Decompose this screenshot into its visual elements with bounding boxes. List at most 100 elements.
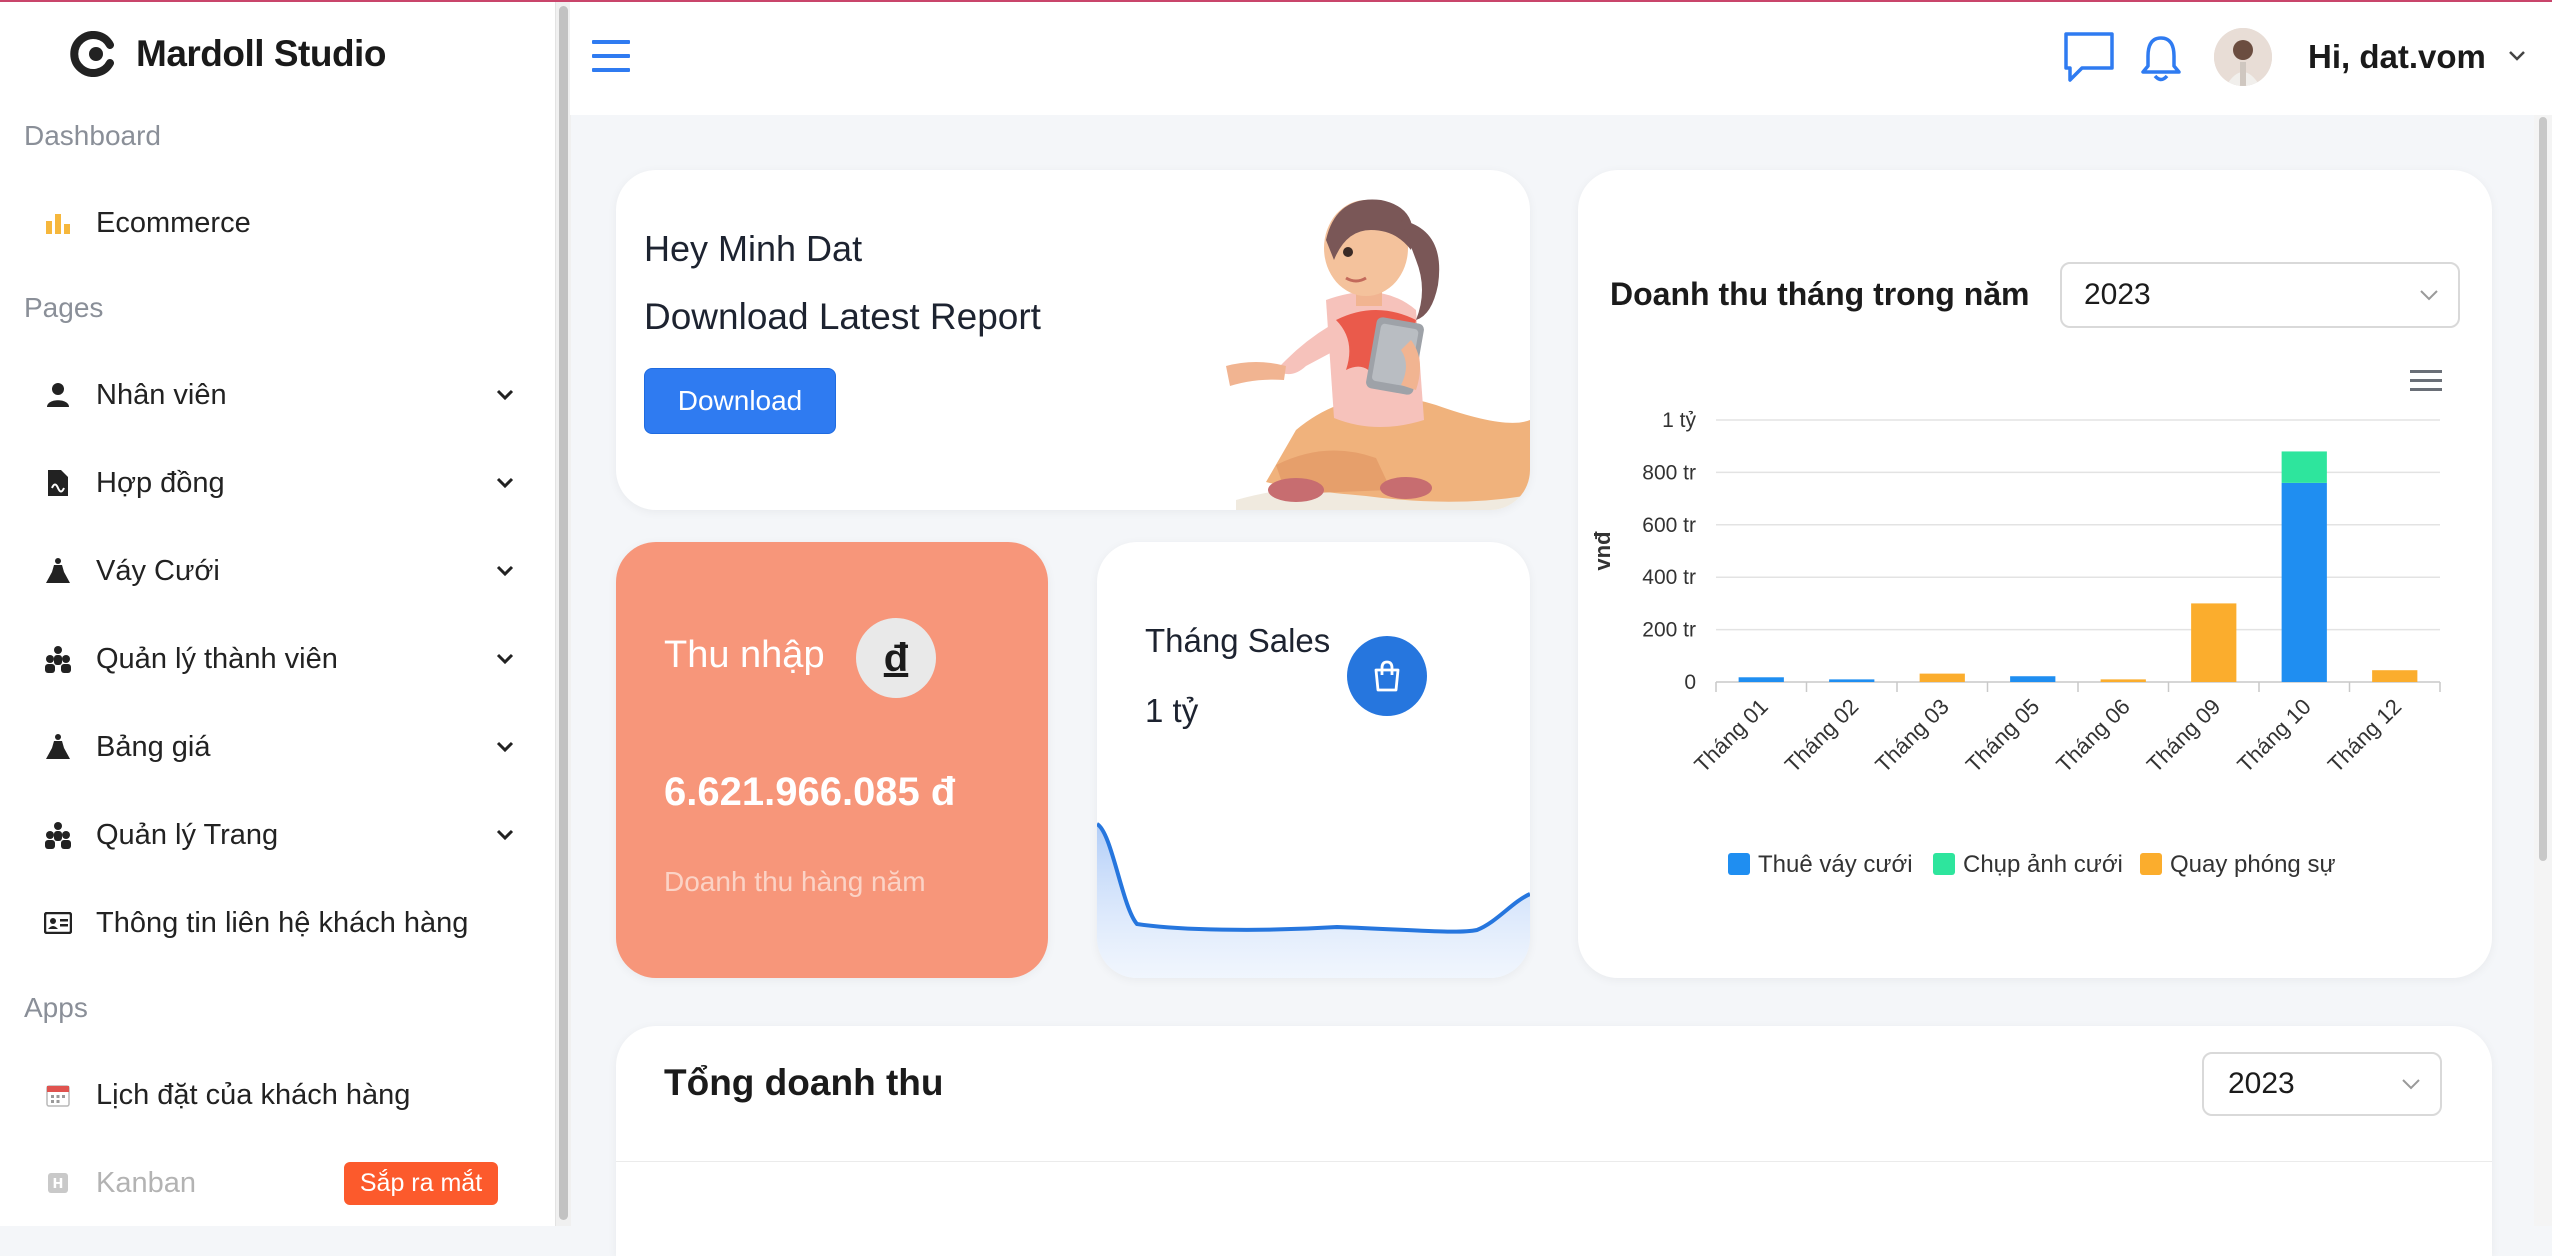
kanban-icon: H	[40, 1165, 76, 1201]
x-tick-label: Tháng 10	[2232, 694, 2315, 777]
chevron-down-icon[interactable]	[490, 556, 520, 586]
y-tick-label: 400 tr	[1642, 566, 1696, 589]
sidebar-scrollbar[interactable]	[555, 2, 571, 1226]
avatar[interactable]	[2214, 28, 2272, 86]
sidebar-item-label: Hợp đồng	[96, 466, 225, 499]
revenue-bar-chart: 0 200 tr 400 tr 600 tr 800 tr 1 tỷ vnđ Tháng 01…	[1590, 409, 2441, 878]
dong-symbol: đ	[883, 635, 909, 680]
main-scrollbar-thumb[interactable]	[2539, 117, 2547, 861]
sidebar-item-thong-tin-lien-he[interactable]: Thông tin liên hệ khách hàng	[40, 895, 520, 951]
shopping-bag-icon	[1347, 636, 1427, 716]
x-tick-label: Tháng 03	[1870, 694, 1953, 777]
sidebar-item-ecommerce[interactable]: Ecommerce	[40, 195, 520, 251]
legend-label: Chụp ảnh cưới	[1963, 851, 2123, 878]
legend-swatch	[2140, 853, 2162, 875]
welcome-subtitle: Download Latest Report	[644, 296, 1041, 337]
contract-icon	[40, 465, 76, 501]
bar-rent	[2010, 676, 2056, 682]
top-header: Hi, dat.vom	[570, 2, 2552, 115]
user-icon	[40, 377, 76, 413]
user-greeting[interactable]: Hi, dat.vom	[2308, 38, 2486, 76]
sales-value: 1 tỷ	[1145, 692, 1199, 729]
chevron-down-icon[interactable]	[490, 732, 520, 762]
coming-soon-badge: Sắp ra mắt	[344, 1162, 498, 1205]
sidebar-item-bang-gia[interactable]: Bảng giá	[40, 719, 520, 775]
sidebar-item-vay-cuoi[interactable]: Váy Cưới	[40, 543, 520, 599]
income-subtitle: Doanh thu hàng năm	[664, 866, 926, 897]
svg-text:H: H	[53, 1177, 64, 1192]
dress-icon	[40, 553, 76, 589]
sidebar-item-label: Quản lý thành viên	[96, 642, 338, 675]
menu-icon[interactable]	[590, 36, 632, 76]
calendar-icon	[40, 1077, 76, 1113]
y-tick-label: 0	[1684, 671, 1696, 694]
sidebar-item-label: Bảng giá	[96, 730, 211, 763]
chevron-down-icon[interactable]	[490, 820, 520, 850]
monthly-revenue-card: Doanh thu tháng trong năm 2023 0 200 tr 40…	[1578, 170, 2492, 978]
total-year-select[interactable]: 2023	[2202, 1052, 2442, 1116]
x-tick-label: Tháng 09	[2142, 694, 2225, 777]
sidebar-item-lich-dat[interactable]: Lịch đặt của khách hàng	[40, 1067, 520, 1123]
sidebar-item-label: Quản lý Trang	[96, 818, 279, 851]
dong-currency-icon: đ	[856, 618, 936, 698]
x-tick-label: Tháng 02	[1780, 694, 1863, 777]
sidebar-item-label: Váy Cưới	[96, 554, 220, 587]
bar-rent	[2281, 482, 2327, 682]
x-tick-label: Tháng 01	[1689, 694, 1772, 777]
sales-card: Tháng Sales 1 tỷ	[1097, 542, 1530, 978]
income-card: Thu nhập đ 6.621.966.085 đ Doanh thu hàn…	[616, 542, 1048, 978]
sidebar-item-label: Nhân viên	[96, 378, 227, 411]
legend-swatch	[1728, 853, 1750, 875]
sidebar-item-hop-dong[interactable]: Hợp đồng	[40, 455, 520, 511]
download-button[interactable]: Download	[644, 368, 836, 434]
legend-label: Quay phóng sự	[2170, 851, 2336, 878]
sidebar-item-quan-ly-trang[interactable]: Quản lý Trang	[40, 807, 520, 863]
sidebar-scrollbar-thumb[interactable]	[559, 6, 568, 1220]
sales-sparkline	[1097, 822, 1530, 978]
bell-icon[interactable]	[2138, 32, 2184, 84]
bar-video	[2100, 679, 2146, 682]
y-tick-label: 1 tỷ	[1662, 409, 1696, 432]
sidebar: Mardoll Studio Dashboard Ecommerce Pages…	[0, 2, 555, 1226]
bar-chart-icon	[40, 205, 76, 241]
bar-video	[2191, 603, 2237, 682]
x-tick-label: Tháng 05	[1961, 694, 2044, 777]
income-value: 6.621.966.085 đ	[664, 770, 956, 814]
bar-rent	[1738, 677, 1784, 682]
welcome-greeting: Hey Minh Dat	[644, 228, 863, 269]
y-tick-label: 600 tr	[1642, 514, 1696, 537]
bar-video	[2372, 670, 2418, 682]
chevron-down-icon[interactable]	[490, 644, 520, 674]
total-revenue-card: Tổng doanh thu 2023	[616, 1026, 2492, 1256]
y-tick-label: 800 tr	[1642, 461, 1696, 484]
x-tick-label: Tháng 12	[2323, 694, 2406, 777]
y-tick-label: 200 tr	[1642, 619, 1696, 642]
brand[interactable]: Mardoll Studio	[70, 24, 386, 84]
section-apps: Apps	[24, 992, 88, 1023]
person-illustration	[1226, 199, 1530, 510]
chat-icon[interactable]	[2062, 30, 2116, 84]
chevron-down-icon[interactable]	[490, 468, 520, 498]
section-dashboard: Dashboard	[24, 120, 161, 151]
brand-logo-icon	[70, 31, 114, 77]
legend-swatch	[1933, 853, 1955, 875]
bar-photo	[2281, 451, 2327, 483]
price-icon	[40, 729, 76, 765]
bar-video	[1919, 673, 1965, 682]
chevron-down-icon[interactable]	[2506, 44, 2528, 66]
x-tick-label: Tháng 06	[2051, 694, 2134, 777]
welcome-card: Hey Minh Dat Download Latest Report Down…	[616, 170, 1530, 510]
sidebar-item-nhan-vien[interactable]: Nhân viên	[40, 367, 520, 423]
total-revenue-title: Tổng doanh thu	[664, 1062, 944, 1103]
main-scrollbar[interactable]	[2534, 115, 2552, 1226]
y-axis-label: vnđ	[1590, 531, 1615, 571]
chevron-down-icon[interactable]	[490, 380, 520, 410]
contact-card-icon	[40, 905, 76, 941]
sidebar-item-label: Ecommerce	[96, 206, 251, 239]
section-pages: Pages	[24, 292, 104, 323]
sidebar-item-quan-ly-thanh-vien[interactable]: Quản lý thành viên	[40, 631, 520, 687]
total-year-value: 2023	[2228, 1067, 2295, 1100]
users-icon	[40, 817, 76, 853]
income-title: Thu nhập	[664, 634, 825, 676]
bar-rent	[1829, 679, 1875, 682]
